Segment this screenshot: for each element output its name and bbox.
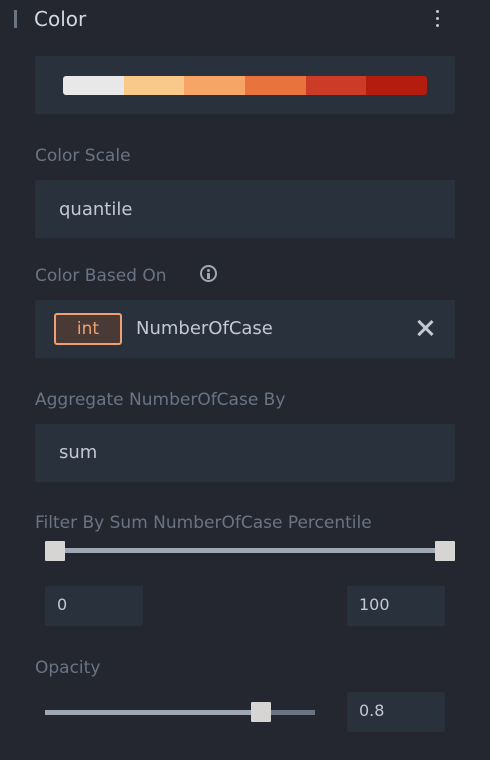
section-bar bbox=[14, 10, 17, 28]
color-based-on-label: Color Based On bbox=[35, 266, 167, 286]
aggregate-select[interactable]: sum bbox=[35, 424, 455, 482]
color-swatch bbox=[245, 76, 306, 95]
color-scale-select[interactable]: quantile bbox=[35, 180, 455, 238]
opacity-handle[interactable] bbox=[251, 702, 271, 722]
color-swatch bbox=[123, 76, 185, 95]
section-title: Color bbox=[34, 7, 87, 31]
color-scale-label: Color Scale bbox=[35, 146, 131, 166]
opacity-input[interactable]: 0.8 bbox=[347, 692, 445, 732]
color-scale-value: quantile bbox=[59, 199, 133, 220]
opacity-label: Opacity bbox=[35, 658, 101, 678]
filter-min-input[interactable]: 0 bbox=[45, 586, 143, 626]
aggregate-label: Aggregate NumberOfCase By bbox=[35, 390, 286, 410]
color-ramp[interactable] bbox=[63, 76, 427, 95]
layer-color-header: Color bbox=[0, 0, 490, 40]
info-icon[interactable] bbox=[200, 265, 217, 282]
color-swatch bbox=[63, 76, 124, 95]
color-swatch bbox=[305, 76, 367, 95]
filter-max-handle[interactable] bbox=[435, 541, 455, 561]
filter-label: Filter By Sum NumberOfCase Percentile bbox=[35, 513, 372, 533]
opacity-value: 0.8 bbox=[359, 701, 385, 720]
filter-min-handle[interactable] bbox=[45, 541, 65, 561]
filter-slider-fill bbox=[55, 548, 445, 553]
clear-icon[interactable] bbox=[415, 318, 435, 338]
field-type-tag: int bbox=[54, 313, 122, 345]
more-options-icon[interactable] bbox=[432, 8, 444, 32]
color-swatch bbox=[184, 76, 246, 95]
aggregate-value: sum bbox=[59, 442, 98, 463]
filter-max-value: 100 bbox=[359, 595, 390, 614]
opacity-slider-fill bbox=[45, 710, 261, 715]
filter-min-value: 0 bbox=[57, 595, 68, 614]
filter-max-input[interactable]: 100 bbox=[347, 586, 445, 626]
color-swatch bbox=[366, 76, 427, 95]
field-name: NumberOfCase bbox=[136, 318, 273, 339]
